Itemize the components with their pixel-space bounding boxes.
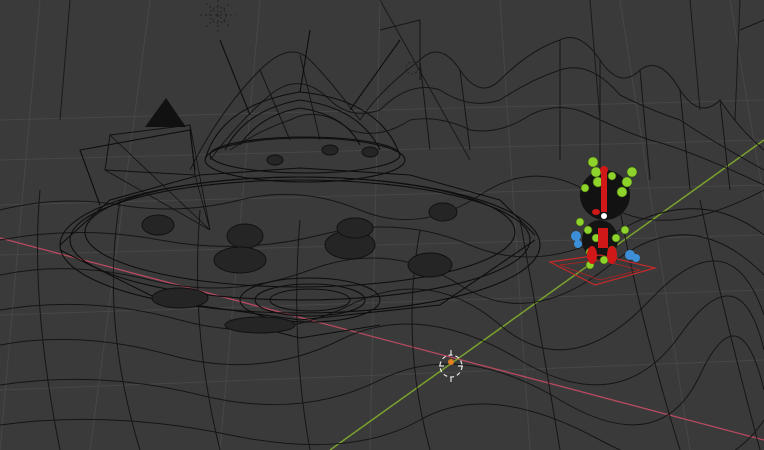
- light-icon[interactable]: [200, 0, 236, 32]
- saucer-ship-mesh: [59, 29, 541, 339]
- viewport-canvas[interactable]: [0, 0, 764, 450]
- 3d-viewport[interactable]: [0, 0, 764, 450]
- camera-icon[interactable]: [104, 98, 211, 231]
- character-rig[interactable]: [548, 156, 658, 286]
- x-axis-line: [0, 237, 764, 441]
- floor-grid: [0, 0, 764, 450]
- light-icon-secondary[interactable]: [405, 61, 419, 75]
